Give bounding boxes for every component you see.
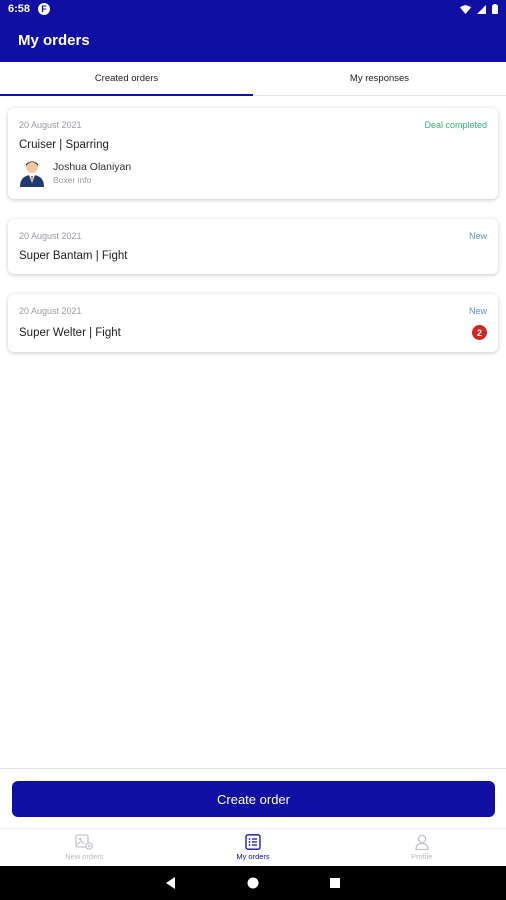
order-status: New: [468, 231, 487, 241]
tab-bar: Created orders My responses: [0, 62, 506, 96]
battery-icon: [492, 4, 498, 14]
order-title: Super Bantam | Fight: [19, 250, 128, 262]
create-order-button[interactable]: Create order: [12, 781, 495, 817]
boxer-subtitle: Boxer info: [53, 175, 92, 185]
order-card[interactable]: 20 August 2021 New Super Bantam | Fight: [8, 219, 498, 274]
avatar: [20, 161, 44, 187]
order-date: 20 August 2021: [19, 120, 82, 130]
nav-label: My orders: [236, 852, 270, 861]
order-card[interactable]: 20 August 2021 New Super Welter | Fight …: [8, 294, 498, 352]
page-title: My orders: [18, 31, 90, 49]
home-icon[interactable]: [247, 877, 259, 889]
tab-created-orders[interactable]: Created orders: [0, 62, 253, 96]
recents-icon[interactable]: [329, 877, 341, 889]
order-date: 20 August 2021: [19, 231, 82, 241]
order-status: New: [468, 306, 487, 316]
wifi-icon: [460, 4, 471, 14]
tab-my-responses[interactable]: My responses: [253, 62, 506, 95]
order-title: Cruiser | Sparring: [19, 139, 109, 151]
nav-my-orders[interactable]: My orders: [169, 829, 338, 866]
status-bar: 6:58 F: [0, 0, 506, 18]
tab-label: My responses: [349, 73, 410, 84]
boxer-info[interactable]: Joshua Olaniyan Boxer info: [19, 159, 487, 187]
new-orders-icon: [75, 834, 94, 850]
create-order-area: Create order: [0, 768, 506, 828]
back-icon[interactable]: [165, 877, 177, 889]
nav-new-orders[interactable]: New orders: [0, 829, 169, 866]
bottom-navigation: New orders My orders Profile: [0, 828, 506, 866]
signal-icon: [477, 4, 486, 14]
nav-label: Profile: [411, 852, 433, 861]
order-status: Deal completed: [424, 120, 487, 130]
orders-list: 20 August 2021 Deal completed Cruiser | …: [8, 108, 498, 372]
status-time: 6:58: [8, 3, 31, 15]
unread-badge: 2: [472, 325, 487, 340]
boxer-name: Joshua Olaniyan: [53, 161, 132, 173]
profile-icon: [415, 834, 429, 850]
system-navigation-bar: [0, 866, 506, 900]
nav-profile[interactable]: Profile: [337, 829, 506, 866]
tab-label: Created orders: [94, 73, 159, 84]
app-notification-icon: F: [38, 3, 51, 15]
list-icon: [245, 834, 261, 850]
order-card[interactable]: 20 August 2021 Deal completed Cruiser | …: [8, 108, 498, 199]
order-title: Super Welter | Fight: [19, 326, 121, 339]
nav-label: New orders: [65, 852, 104, 861]
app-bar: My orders: [0, 18, 506, 62]
order-date: 20 August 2021: [19, 306, 82, 316]
